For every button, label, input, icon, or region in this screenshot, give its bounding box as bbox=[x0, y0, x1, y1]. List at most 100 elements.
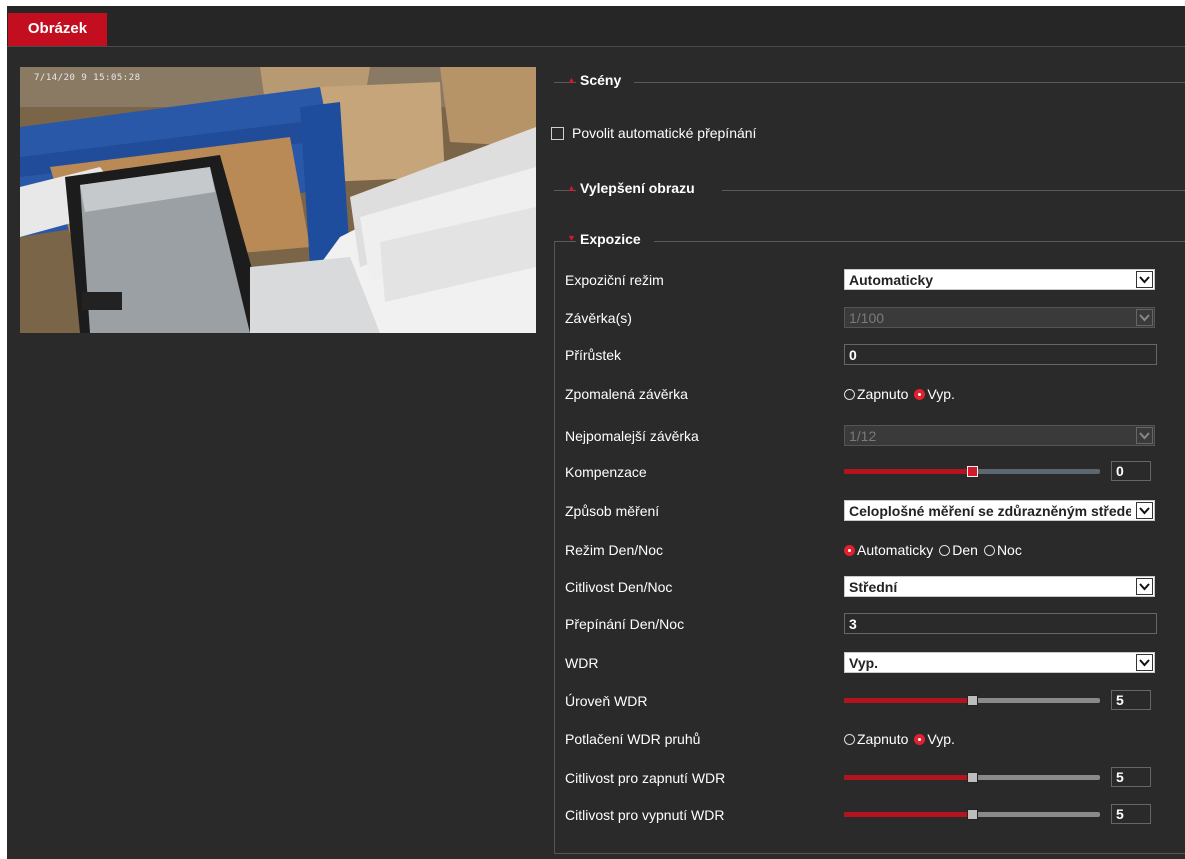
radio-day-item[interactable]: Den bbox=[939, 542, 978, 558]
wdr-on-sensitivity-slider[interactable] bbox=[844, 772, 1100, 783]
radio-button-selected[interactable] bbox=[914, 733, 926, 745]
chevron-down-icon bbox=[1136, 502, 1153, 519]
slider-thumb[interactable] bbox=[967, 772, 978, 783]
field-label: Závěrka(s) bbox=[565, 310, 632, 326]
collapse-arrow-icon: ▲ bbox=[567, 183, 576, 193]
radio-label: Vyp. bbox=[927, 386, 955, 402]
chevron-down-icon bbox=[1136, 271, 1153, 288]
field-label: Zpomalená závěrka bbox=[565, 386, 688, 402]
radio-label: Den bbox=[952, 542, 978, 558]
metering-select[interactable]: Celoplošné měření se zdůrazněným středem bbox=[844, 500, 1155, 521]
exposure-mode-select[interactable]: Automaticky bbox=[844, 269, 1155, 290]
chevron-down-icon bbox=[1136, 427, 1153, 444]
radio-off-item[interactable]: Vyp. bbox=[914, 386, 955, 402]
radio-label: Automaticky bbox=[857, 542, 934, 558]
daynight-switch-input[interactable]: 3 bbox=[844, 613, 1157, 634]
expand-arrow-icon: ▼ bbox=[567, 233, 576, 243]
row-slowest-shutter: Nejpomalejší závěrka 1/12 bbox=[565, 425, 1165, 447]
radio-button[interactable] bbox=[844, 733, 855, 745]
field-label: Nejpomalejší závěrka bbox=[565, 428, 699, 444]
field-label: WDR bbox=[565, 655, 599, 671]
daynight-sensitivity-select[interactable]: Střední bbox=[844, 576, 1155, 597]
chevron-down-icon bbox=[1136, 654, 1153, 671]
gain-input[interactable]: 0 bbox=[844, 344, 1157, 365]
field-label: Citlivost pro vypnutí WDR bbox=[565, 807, 725, 823]
select-value: 1/100 bbox=[849, 310, 885, 326]
row-compensation: Kompenzace 0 bbox=[565, 461, 1165, 483]
select-value: 1/12 bbox=[849, 428, 877, 444]
radio-on-item[interactable]: Zapnuto bbox=[844, 731, 908, 747]
field-label: Kompenzace bbox=[565, 464, 647, 480]
auto-switch-row: Povolit automatické přepínání bbox=[551, 123, 756, 143]
row-wdr-on-sensitivity: Citlivost pro zapnutí WDR 5 bbox=[565, 767, 1165, 789]
section-exposure[interactable]: ▼ Expozice bbox=[554, 231, 1185, 251]
field-label: Citlivost Den/Noc bbox=[565, 579, 673, 595]
wdr-stripe-radios: Zapnuto Vyp. bbox=[844, 731, 961, 747]
field-label: Přepínání Den/Noc bbox=[565, 616, 685, 632]
row-exposure-mode: Expoziční režim Automaticky bbox=[565, 269, 1165, 291]
row-metering: Způsob měření Celoplošné měření se zdůra… bbox=[565, 500, 1165, 522]
section-title: Scény bbox=[576, 72, 626, 88]
select-value: Vyp. bbox=[849, 655, 879, 671]
shutter-select[interactable]: 1/100 bbox=[844, 307, 1155, 328]
radio-label: Noc bbox=[996, 542, 1022, 558]
wdr-level-slider[interactable] bbox=[844, 695, 1100, 706]
app-window: Obrázek 7/14/20 9 15:05:28 ▲ Scény Povol… bbox=[7, 6, 1185, 859]
radio-label: Zapnuto bbox=[857, 731, 909, 747]
row-slow-shutter: Zpomalená závěrka Zapnuto Vyp. bbox=[565, 383, 1165, 405]
field-label: Způsob měření bbox=[565, 503, 660, 519]
radio-button[interactable] bbox=[844, 388, 855, 400]
wdr-on-sensitivity-value[interactable]: 5 bbox=[1111, 767, 1151, 787]
radio-auto-item[interactable]: Automaticky bbox=[844, 542, 933, 558]
auto-switch-label: Povolit automatické přepínání bbox=[572, 125, 757, 141]
wdr-off-sensitivity-slider[interactable] bbox=[844, 809, 1100, 820]
slowest-shutter-select[interactable]: 1/12 bbox=[844, 425, 1155, 446]
radio-night-item[interactable]: Noc bbox=[983, 542, 1022, 558]
slider-thumb[interactable] bbox=[967, 466, 978, 477]
radio-off-item[interactable]: Vyp. bbox=[914, 731, 955, 747]
tab-image[interactable]: Obrázek bbox=[8, 13, 107, 46]
radio-label: Zapnuto bbox=[857, 386, 909, 402]
row-daynight-mode: Režim Den/Noc Automaticky Den Noc bbox=[565, 539, 1165, 561]
auto-switch-checkbox[interactable] bbox=[551, 126, 564, 140]
field-label: Potlačení WDR pruhů bbox=[565, 731, 701, 747]
slider-thumb[interactable] bbox=[967, 695, 978, 706]
radio-on-item[interactable]: Zapnuto bbox=[844, 386, 908, 402]
wdr-off-sensitivity-value[interactable]: 5 bbox=[1111, 804, 1151, 824]
row-wdr-level: Úroveň WDR 5 bbox=[565, 690, 1165, 712]
row-shutter: Závěrka(s) 1/100 bbox=[565, 307, 1165, 329]
collapse-arrow-icon: ▲ bbox=[567, 75, 576, 85]
field-label: Expoziční režim bbox=[565, 272, 664, 288]
row-wdr: WDR Vyp. bbox=[565, 652, 1165, 674]
row-wdr-off-sensitivity: Citlivost pro vypnutí WDR 5 bbox=[565, 804, 1165, 826]
select-value: Automaticky bbox=[849, 272, 934, 288]
radio-button-selected[interactable] bbox=[914, 388, 926, 400]
section-image-enhancement[interactable]: ▲ Vylepšení obrazu bbox=[554, 180, 1185, 200]
timestamp-overlay: 7/14/20 9 15:05:28 bbox=[34, 73, 141, 83]
select-value: Celoplošné měření se zdůrazněným středem bbox=[849, 503, 1131, 519]
radio-button[interactable] bbox=[939, 544, 951, 556]
field-label: Přírůstek bbox=[565, 347, 622, 363]
slow-shutter-radios: Zapnuto Vyp. bbox=[844, 386, 961, 402]
section-scenes[interactable]: ▲ Scény bbox=[554, 72, 1185, 92]
chevron-down-icon bbox=[1136, 578, 1153, 595]
radio-button[interactable] bbox=[983, 544, 995, 556]
compensation-value[interactable]: 0 bbox=[1111, 461, 1151, 481]
radio-label: Vyp. bbox=[927, 731, 955, 747]
section-title: Expozice bbox=[576, 231, 645, 247]
select-value: Střední bbox=[849, 579, 898, 595]
row-daynight-switch: Přepínání Den/Noc 3 bbox=[565, 613, 1165, 635]
camera-frame-image bbox=[20, 67, 536, 333]
row-daynight-sensitivity: Citlivost Den/Noc Střední bbox=[565, 576, 1165, 598]
daynight-mode-radios: Automaticky Den Noc bbox=[844, 542, 1028, 558]
wdr-level-value[interactable]: 5 bbox=[1111, 690, 1151, 710]
compensation-slider[interactable] bbox=[844, 466, 1100, 477]
row-wdr-stripe: Potlačení WDR pruhů Zapnuto Vyp. bbox=[565, 728, 1165, 750]
wdr-select[interactable]: Vyp. bbox=[844, 652, 1155, 673]
slider-thumb[interactable] bbox=[967, 809, 978, 820]
radio-button-selected[interactable] bbox=[844, 544, 855, 556]
tab-bar: Obrázek bbox=[7, 6, 1185, 47]
section-title: Vylepšení obrazu bbox=[576, 180, 699, 196]
row-gain: Přírůstek 0 bbox=[565, 344, 1165, 366]
field-label: Úroveň WDR bbox=[565, 693, 648, 709]
